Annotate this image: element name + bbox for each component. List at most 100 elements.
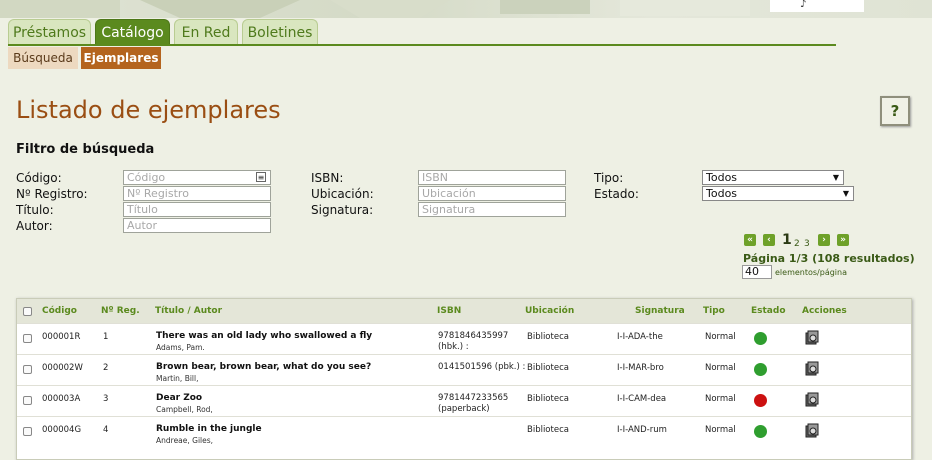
items-table: Código Nº Reg. Título / Autor ISBN Ubica… [16, 298, 912, 460]
subtab-busqueda[interactable]: Búsqueda [8, 47, 78, 69]
select-all-checkbox[interactable] [23, 307, 32, 316]
current-page: 1 [782, 232, 792, 248]
page-link-3[interactable]: 3 [804, 239, 810, 249]
view-copy-icon[interactable] [804, 392, 820, 408]
table-row[interactable]: 000003A 3 Dear Zoo Campbell, Rod, 9781447233… [17, 385, 911, 417]
row-title-link[interactable]: There was an old lady who swallowed a fl… [156, 331, 372, 341]
view-copy-icon[interactable] [804, 330, 820, 346]
tipo-select[interactable]: Todos ▼ [702, 170, 844, 185]
tab-prestamos[interactable]: Préstamos [8, 19, 91, 45]
tab-boletines[interactable]: Boletines [242, 19, 318, 45]
row-isbn: 0141501596 (pbk.) : [438, 362, 526, 372]
status-dot-icon [754, 425, 767, 438]
col-isbn[interactable]: ISBN [437, 306, 461, 316]
row-checkbox[interactable] [23, 334, 32, 343]
page-info: Página 1/3 (108 resultados) [743, 252, 915, 265]
col-ubicacion[interactable]: Ubicación [525, 306, 574, 316]
row-signatura: I-I-CAM-dea [617, 394, 667, 404]
signatura-input[interactable]: Signatura [418, 202, 566, 217]
header-banner: ♪ [0, 0, 932, 18]
col-acciones: Acciones [802, 306, 847, 316]
codigo-label: Código: [16, 171, 62, 185]
row-signatura: I-I-MAR-bro [617, 363, 664, 373]
isbn-input[interactable]: ISBN [418, 170, 566, 185]
status-dot-icon [754, 332, 767, 345]
autor-label: Autor: [16, 219, 53, 233]
help-button[interactable]: ? [880, 96, 910, 126]
logo-icon: ♪ [800, 0, 807, 10]
col-codigo[interactable]: Código [42, 306, 77, 316]
col-tipo[interactable]: Tipo [703, 306, 725, 316]
row-tipo: Normal [705, 425, 736, 435]
subtab-ejemplares[interactable]: Ejemplares [81, 47, 161, 69]
tab-divider [8, 44, 836, 46]
estado-select[interactable]: Todos ▼ [702, 186, 854, 201]
registro-input[interactable]: Nº Registro [123, 186, 271, 201]
row-title-link[interactable]: Dear Zoo [156, 393, 202, 403]
status-dot-icon [754, 394, 767, 407]
row-ubicacion: Biblioteca [527, 332, 569, 342]
tab-catalogo[interactable]: Catálogo [95, 19, 170, 45]
per-page-input[interactable]: 40 [742, 265, 772, 279]
row-author: Martin, Bill, [156, 374, 199, 383]
row-tipo: Normal [705, 394, 736, 404]
signatura-label: Signatura: [311, 203, 374, 217]
ubicacion-label: Ubicación: [311, 187, 374, 201]
ubicacion-input[interactable]: Ubicación [418, 186, 566, 201]
col-signatura[interactable]: Signatura [635, 306, 685, 316]
row-ubicacion: Biblioteca [527, 425, 569, 435]
codigo-input[interactable]: Código [123, 170, 271, 185]
row-signatura: I-I-ADA-the [617, 332, 663, 342]
tipo-label: Tipo: [594, 171, 624, 185]
row-codigo: 000003A [42, 394, 81, 404]
row-isbn-note: (hbk.) : [438, 342, 469, 352]
registro-label: Nº Registro: [16, 187, 88, 201]
col-titulo[interactable]: Título / Autor [155, 306, 222, 316]
autor-input[interactable]: Autor [123, 218, 271, 233]
prev-page-icon[interactable]: ‹ [763, 234, 775, 246]
next-page-icon[interactable]: › [818, 234, 830, 246]
row-isbn-note: (paperback) [438, 404, 490, 414]
view-copy-icon[interactable] [804, 423, 820, 439]
view-copy-icon[interactable] [804, 361, 820, 377]
col-registro[interactable]: Nº Reg. [101, 306, 140, 316]
col-estado[interactable]: Estado [751, 306, 786, 316]
first-page-icon[interactable]: « [744, 234, 756, 246]
page-title: Listado de ejemplares [16, 96, 281, 124]
row-ubicacion: Biblioteca [527, 363, 569, 373]
table-row[interactable]: 000002W 2 Brown bear, brown bear, what do … [17, 354, 911, 386]
row-isbn: 9781846435997 [438, 331, 509, 341]
row-codigo: 000004G [42, 425, 82, 435]
row-checkbox[interactable] [23, 365, 32, 374]
per-page-label: elementos/página [775, 268, 847, 277]
row-registro: 4 [103, 425, 109, 435]
estado-select-value: Todos [706, 187, 738, 200]
row-checkbox[interactable] [23, 427, 32, 436]
table-row[interactable]: 000001R 1 There was an old lady who swallo… [17, 323, 911, 355]
row-author: Campbell, Rod, [156, 405, 213, 414]
row-tipo: Normal [705, 363, 736, 373]
titulo-input[interactable]: Título [123, 202, 271, 217]
table-row[interactable]: 000004G 4 Rumble in the jungle Andreae, Gil… [17, 416, 911, 448]
row-title-link[interactable]: Brown bear, brown bear, what do you see? [156, 362, 371, 372]
barcode-icon[interactable]: ≡ [256, 172, 266, 182]
titulo-label: Título: [16, 203, 54, 217]
filter-title: Filtro de búsqueda [16, 142, 155, 157]
row-registro: 1 [103, 332, 109, 342]
status-dot-icon [754, 363, 767, 376]
estado-label: Estado: [594, 187, 639, 201]
chevron-down-icon: ▼ [842, 189, 849, 198]
row-signatura: I-I-AND-rum [617, 425, 667, 435]
row-checkbox[interactable] [23, 396, 32, 405]
tipo-select-value: Todos [706, 171, 738, 184]
row-ubicacion: Biblioteca [527, 394, 569, 404]
row-codigo: 000001R [42, 332, 81, 342]
isbn-label: ISBN: [311, 171, 344, 185]
row-registro: 2 [103, 363, 109, 373]
tab-en-red[interactable]: En Red [174, 19, 238, 45]
last-page-icon[interactable]: » [837, 234, 849, 246]
row-title-link[interactable]: Rumble in the jungle [156, 424, 262, 434]
table-header: Código Nº Reg. Título / Autor ISBN Ubica… [17, 299, 911, 323]
page-link-2[interactable]: 2 [794, 239, 800, 249]
row-isbn: 9781447233565 [438, 393, 509, 403]
